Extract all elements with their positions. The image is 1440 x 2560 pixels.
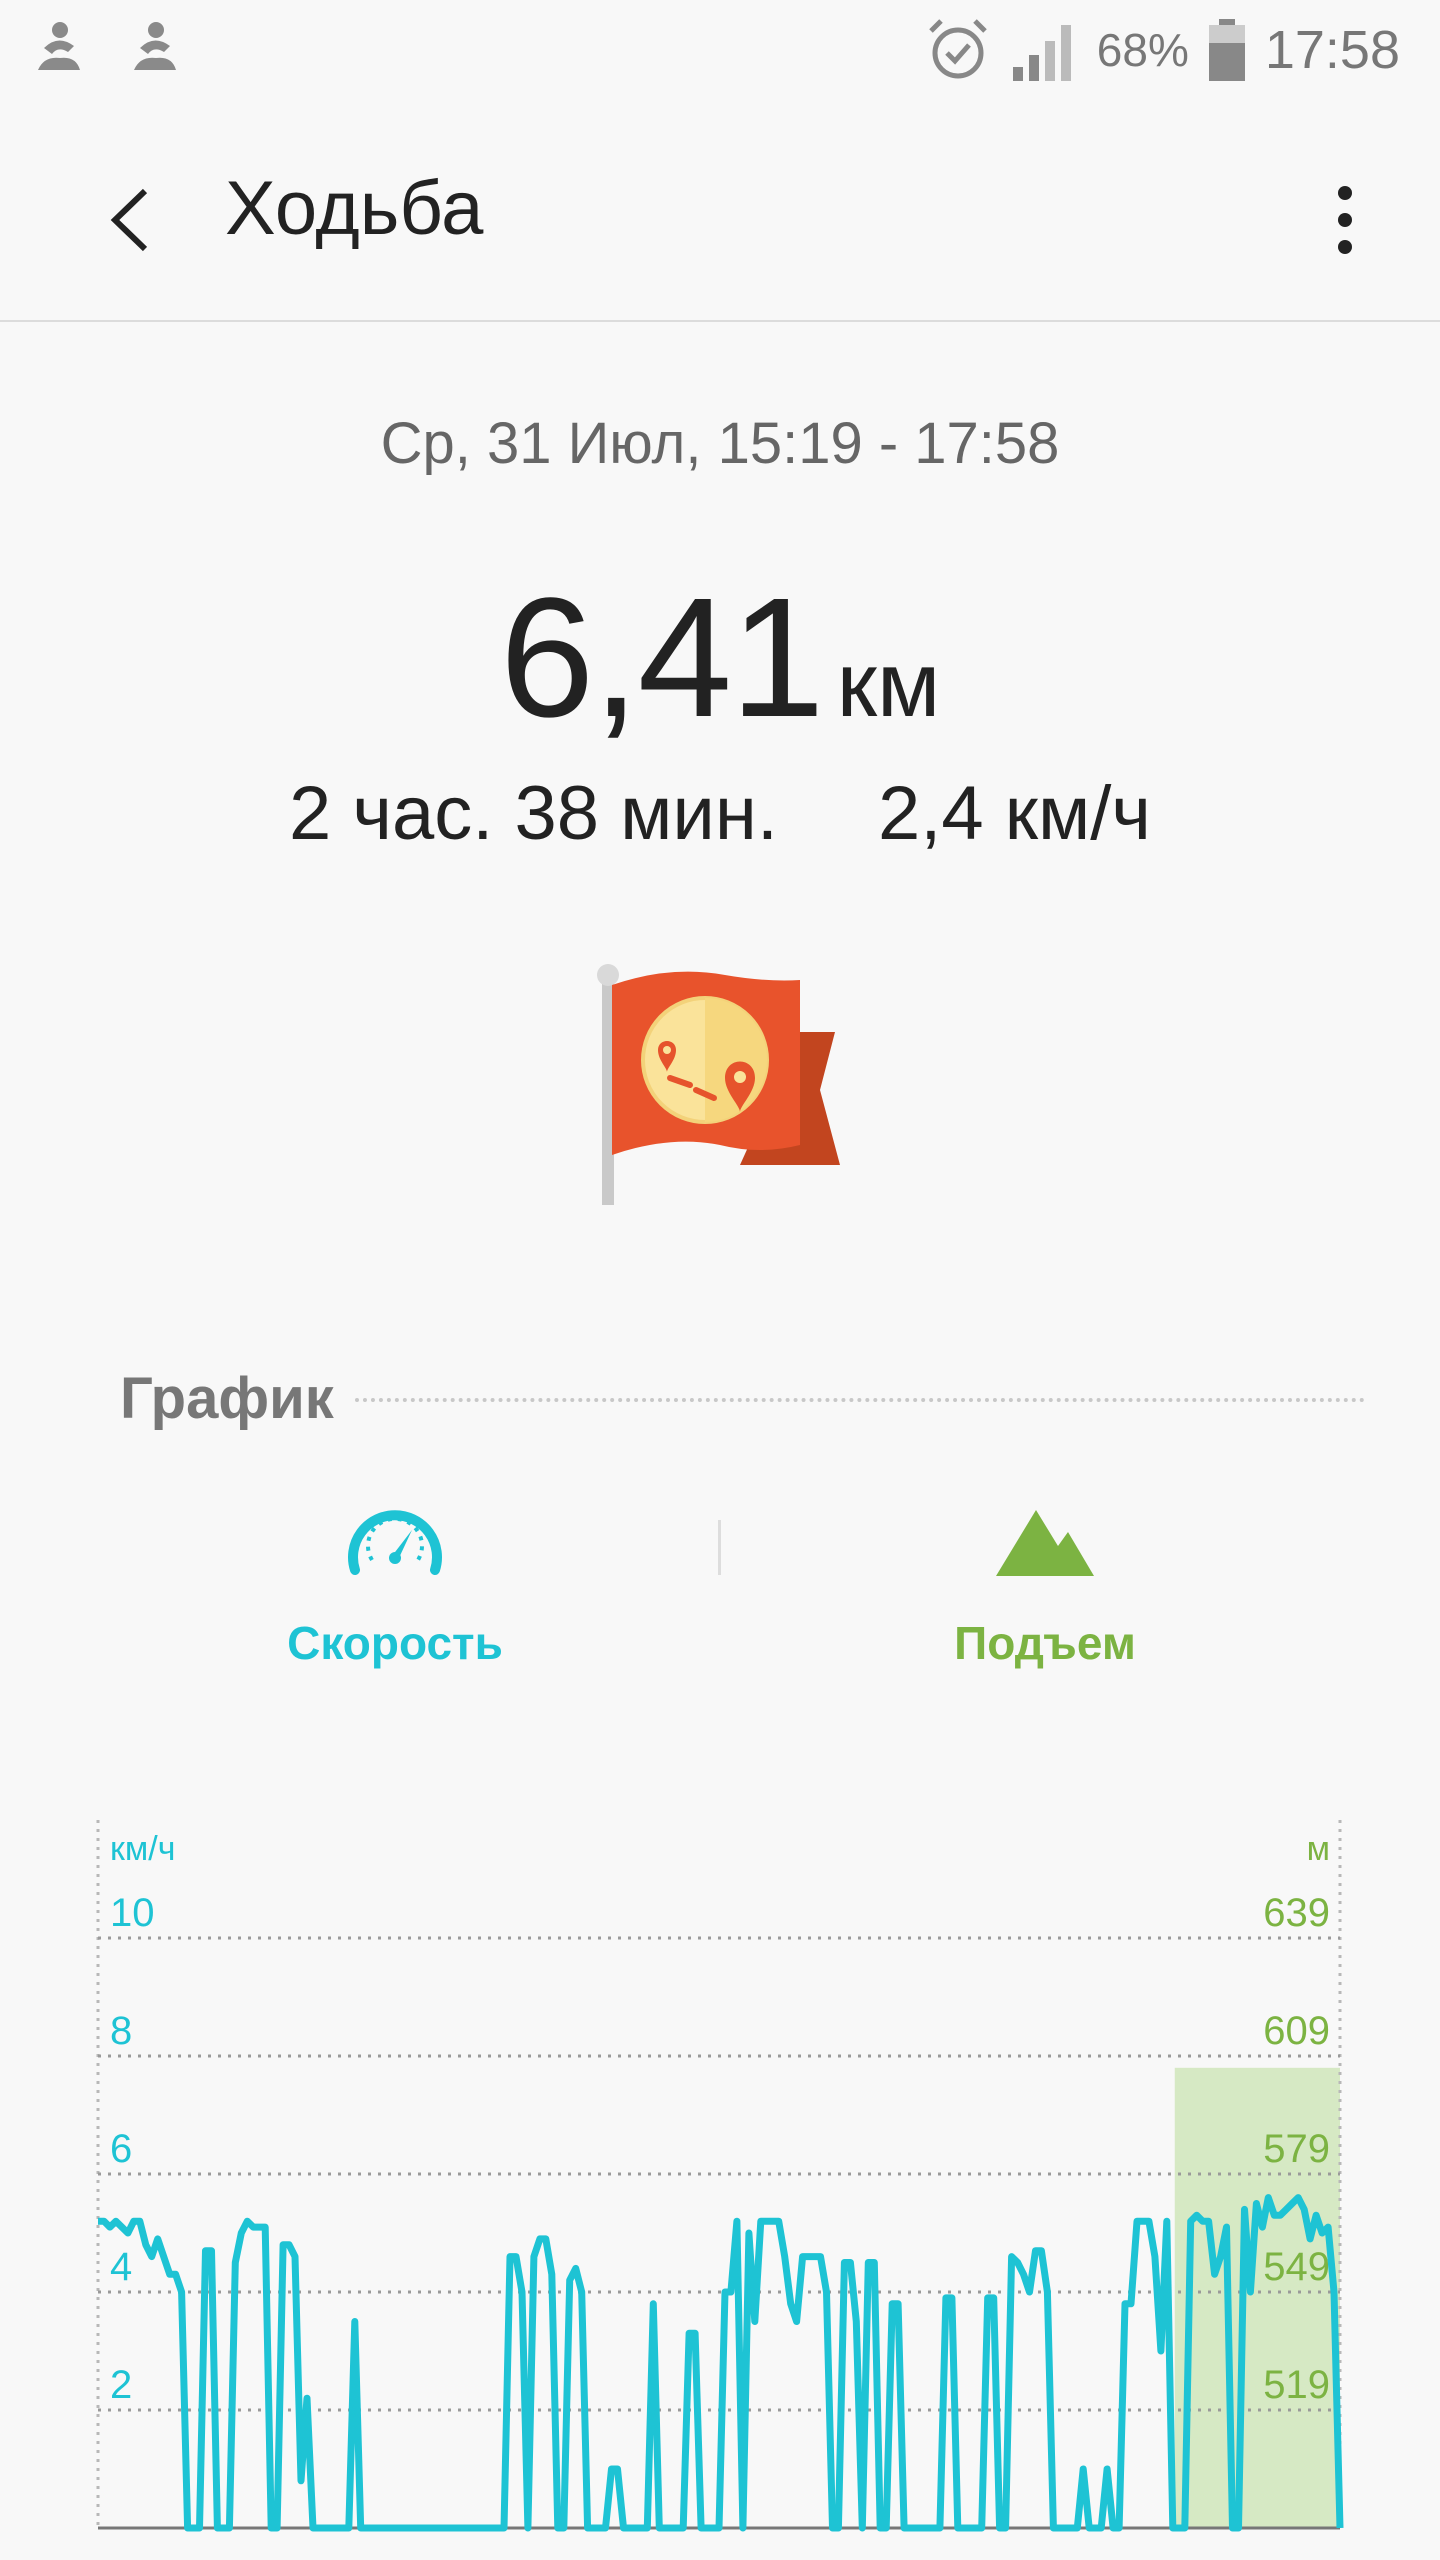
tab-elevation-label: Подъем bbox=[954, 1617, 1136, 1669]
system-indicators: 68% 17:58 bbox=[925, 15, 1400, 85]
app-icon bbox=[134, 22, 176, 70]
tab-divider bbox=[718, 1520, 721, 1575]
notification-icons bbox=[30, 18, 182, 78]
chart-left-tick: 2 bbox=[110, 2363, 132, 2407]
chart-right-tick: 639 bbox=[1263, 1891, 1330, 1935]
page-title: Ходьба bbox=[225, 166, 484, 251]
clock: 17:58 bbox=[1264, 20, 1400, 80]
chart-right-tick: 519 bbox=[1263, 2363, 1330, 2407]
workout-stats: 2 час. 38 мин. 2,4 км/ч bbox=[0, 770, 1440, 857]
route-flag-icon bbox=[597, 964, 840, 1205]
signal-icon bbox=[1012, 25, 1071, 81]
speed-series-line bbox=[98, 2194, 1344, 2532]
tab-speed-label: Скорость bbox=[287, 1617, 503, 1669]
graph-section-title: График bbox=[120, 1366, 334, 1431]
speed-elevation-chart: км/ч м 10 639 8 609 6 579 4 549 2 519 bbox=[96, 1820, 1344, 2532]
workout-date-range: Ср, 31 Июл, 15:19 - 17:58 bbox=[380, 411, 1060, 476]
alarm-icon bbox=[929, 19, 987, 79]
battery-percent: 68% bbox=[1096, 24, 1189, 76]
chart-left-tick: 6 bbox=[110, 2127, 132, 2171]
section-divider bbox=[355, 1398, 1365, 1402]
chart-left-tick: 10 bbox=[110, 1891, 155, 1935]
app-icon bbox=[38, 22, 80, 70]
battery-icon bbox=[1208, 19, 1245, 81]
chart-right-tick: 609 bbox=[1263, 2009, 1330, 2053]
tab-speed[interactable]: Скорость bbox=[185, 1490, 605, 1670]
chart-right-tick: 549 bbox=[1263, 2245, 1330, 2289]
app-bar: Ходьба bbox=[0, 120, 1440, 322]
duration: 2 час. 38 мин. bbox=[289, 771, 778, 856]
average-speed: 2,4 км/ч bbox=[877, 771, 1151, 856]
chart-left-tick: 4 bbox=[110, 2245, 132, 2289]
status-bar: 68% 17:58 bbox=[0, 0, 1440, 100]
chart-right-unit: м bbox=[1307, 1830, 1330, 1868]
mountain-icon bbox=[996, 1510, 1094, 1576]
back-button[interactable] bbox=[95, 170, 165, 270]
chart-left-tick: 8 bbox=[110, 2009, 132, 2053]
distance-display: 6,41 км bbox=[0, 560, 1440, 756]
chart-right-tick: 579 bbox=[1263, 2127, 1330, 2171]
back-arrow-icon bbox=[110, 188, 148, 252]
distance-value: 6,41 bbox=[499, 563, 825, 753]
distance-unit: км bbox=[836, 634, 941, 736]
more-vert-icon bbox=[1338, 186, 1352, 254]
more-options-button[interactable] bbox=[1320, 170, 1370, 270]
speedometer-icon bbox=[348, 1510, 442, 1575]
tab-elevation[interactable]: Подъем bbox=[835, 1490, 1255, 1670]
chart-left-unit: км/ч bbox=[110, 1830, 175, 1868]
